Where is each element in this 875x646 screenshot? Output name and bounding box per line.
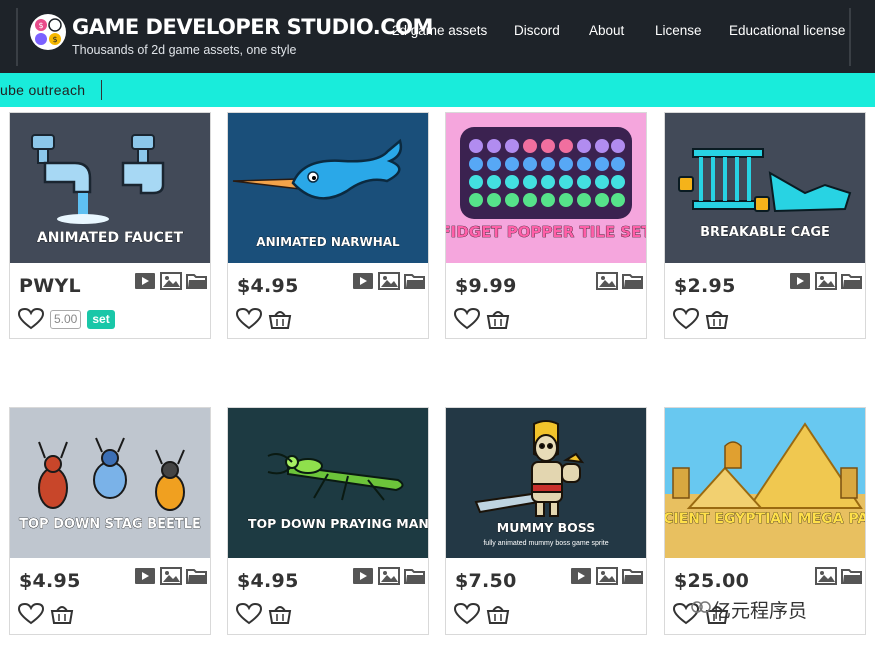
header-divider-right xyxy=(849,8,851,66)
product-price: $7.50 xyxy=(455,570,517,592)
folder-icon[interactable] xyxy=(404,567,426,585)
ticker-text[interactable]: ube outreach xyxy=(0,82,85,98)
thumbnail-caption: TOP DOWN STAG BEETLE xyxy=(19,517,201,532)
product-thumbnail[interactable]: MUMMY BOSS fully animated mummy boss gam… xyxy=(446,408,646,558)
basket-icon[interactable] xyxy=(268,603,292,625)
product-card-faucet[interactable]: ANIMATED FAUCET PWYL 5.00 set xyxy=(9,112,211,339)
thumbnail-caption: ANIMATED NARWHAL xyxy=(256,235,400,249)
product-price: PWYL xyxy=(19,275,81,297)
basket-icon[interactable] xyxy=(486,603,510,625)
video-icon[interactable] xyxy=(352,567,374,585)
video-icon[interactable] xyxy=(352,272,374,290)
product-price: $4.95 xyxy=(19,570,81,592)
wechat-watermark-icon xyxy=(691,601,711,613)
folder-icon[interactable] xyxy=(622,272,644,290)
product-thumbnail[interactable]: TOP DOWN STAG BEETLE xyxy=(10,408,210,558)
product-price: $9.99 xyxy=(455,275,517,297)
thumbnail-caption: BREAKABLE CAGE xyxy=(700,225,830,240)
image-icon[interactable] xyxy=(378,272,400,290)
image-icon[interactable] xyxy=(378,567,400,585)
heart-icon[interactable] xyxy=(673,308,699,330)
product-thumbnail[interactable]: TOP DOWN PRAYING MANTIS xyxy=(228,408,428,558)
video-icon[interactable] xyxy=(134,567,156,585)
image-icon[interactable] xyxy=(596,567,618,585)
product-card-stag-beetle[interactable]: TOP DOWN STAG BEETLE $4.95 xyxy=(9,407,211,635)
image-icon[interactable] xyxy=(596,272,618,290)
svg-text:$: $ xyxy=(38,21,43,30)
product-card-praying-mantis[interactable]: TOP DOWN PRAYING MANTIS $4.95 xyxy=(227,407,429,635)
thumbnail-caption: FIDGET POPPER TILE SET xyxy=(446,223,646,241)
heart-icon[interactable] xyxy=(454,308,480,330)
heart-icon[interactable] xyxy=(18,308,44,330)
product-price: $4.95 xyxy=(237,570,299,592)
product-thumbnail[interactable]: FIDGET POPPER TILE SET xyxy=(446,113,646,263)
thumbnail-caption: MUMMY BOSS xyxy=(497,520,595,535)
thumbnail-caption: TOP DOWN PRAYING MANTIS xyxy=(248,516,428,531)
product-price: $2.95 xyxy=(674,275,736,297)
heart-icon[interactable] xyxy=(454,603,480,625)
video-icon[interactable] xyxy=(570,567,592,585)
folder-icon[interactable] xyxy=(404,272,426,290)
product-card-breakable-cage[interactable]: BREAKABLE CAGE $2.95 xyxy=(664,112,866,339)
heart-icon[interactable] xyxy=(236,308,262,330)
folder-icon[interactable] xyxy=(841,272,863,290)
nav-license[interactable]: License xyxy=(655,23,702,38)
nav-about[interactable]: About xyxy=(589,23,624,38)
product-thumbnail[interactable]: ANIMATED NARWHAL xyxy=(228,113,428,263)
nav-educational-license[interactable]: Educational license xyxy=(729,23,845,38)
product-card-fidget-popper[interactable]: FIDGET POPPER TILE SET $9.99 xyxy=(445,112,647,339)
set-button[interactable]: set xyxy=(87,309,115,329)
brand-title[interactable]: GAME DEVELOPER STUDIO.COM xyxy=(72,15,433,39)
image-icon[interactable] xyxy=(815,272,837,290)
folder-icon[interactable] xyxy=(186,272,208,290)
gamepad-logo-icon[interactable]: $ $ xyxy=(28,12,68,52)
thumbnail-caption: ANIMATED FAUCET xyxy=(37,230,184,246)
video-icon[interactable] xyxy=(789,272,811,290)
thumbnail-caption: ANCIENT EGYPTIAN MEGA PACK xyxy=(665,511,865,527)
product-price: $4.95 xyxy=(237,275,299,297)
product-card-mummy-boss[interactable]: MUMMY BOSS fully animated mummy boss gam… xyxy=(445,407,647,635)
ticker-divider xyxy=(101,80,102,100)
rating-input[interactable]: 5.00 xyxy=(50,309,82,329)
basket-icon[interactable] xyxy=(705,308,729,330)
product-thumbnail[interactable]: BREAKABLE CAGE xyxy=(665,113,865,263)
basket-icon[interactable] xyxy=(486,308,510,330)
heart-icon[interactable] xyxy=(18,603,44,625)
product-price: $25.00 xyxy=(674,570,750,592)
brand-tagline: Thousands of 2d game assets, one style xyxy=(72,43,297,57)
video-icon[interactable] xyxy=(134,272,156,290)
svg-text:$: $ xyxy=(52,35,57,44)
header-divider-left xyxy=(16,8,18,66)
watermark-text: 亿元程序员 xyxy=(712,601,808,622)
image-icon[interactable] xyxy=(160,567,182,585)
basket-icon[interactable] xyxy=(50,603,74,625)
folder-icon[interactable] xyxy=(622,567,644,585)
site-header: $ $ GAME DEVELOPER STUDIO.COM Thousands … xyxy=(0,0,875,73)
product-thumbnail[interactable]: ANCIENT EGYPTIAN MEGA PACK xyxy=(665,408,865,558)
product-thumbnail[interactable]: ANIMATED FAUCET xyxy=(10,113,210,263)
nav-discord[interactable]: Discord xyxy=(514,23,560,38)
heart-icon[interactable] xyxy=(236,603,262,625)
image-icon[interactable] xyxy=(160,272,182,290)
product-card-narwhal[interactable]: ANIMATED NARWHAL $4.95 xyxy=(227,112,429,339)
thumbnail-subcaption: fully animated mummy boss game sprite xyxy=(483,540,608,547)
nav-2d-game-assets[interactable]: 2d game assets xyxy=(392,23,487,38)
basket-icon[interactable] xyxy=(268,308,292,330)
folder-icon[interactable] xyxy=(841,567,863,585)
folder-icon[interactable] xyxy=(186,567,208,585)
ticker-bar: ube outreach xyxy=(0,73,875,107)
image-icon[interactable] xyxy=(815,567,837,585)
